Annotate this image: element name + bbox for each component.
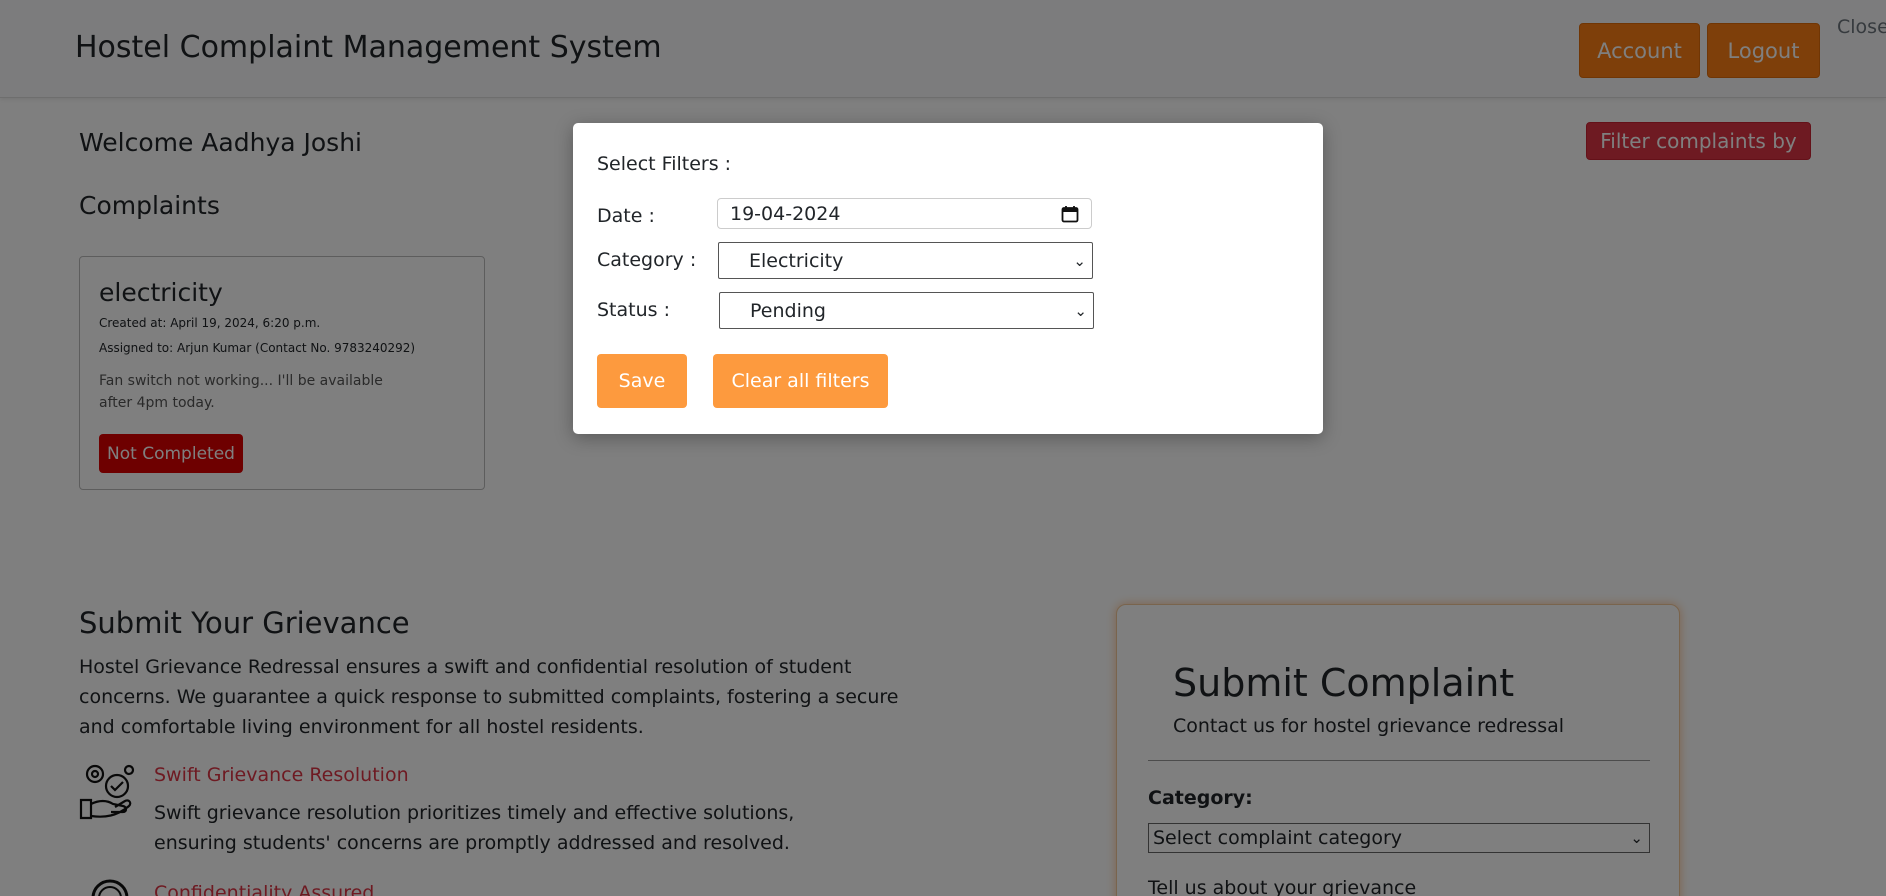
status-filter-value: Pending bbox=[750, 299, 826, 322]
modal-title: Select Filters : bbox=[597, 153, 732, 175]
filter-modal: Select Filters : Date : 19-04-2024 Categ… bbox=[573, 123, 1323, 434]
status-filter-select[interactable]: Pending ⌄ bbox=[719, 292, 1094, 329]
date-value: 19-04-2024 bbox=[730, 202, 841, 225]
status-filter-label: Status : bbox=[597, 299, 670, 321]
chevron-down-icon: ⌄ bbox=[1073, 251, 1086, 270]
category-filter-select[interactable]: Electricity ⌄ bbox=[718, 242, 1093, 279]
category-filter-value: Electricity bbox=[749, 249, 844, 272]
category-filter-label: Category : bbox=[597, 249, 697, 271]
chevron-down-icon: ⌄ bbox=[1074, 301, 1087, 320]
calendar-icon[interactable] bbox=[1061, 205, 1079, 223]
clear-filters-button[interactable]: Clear all filters bbox=[713, 354, 888, 408]
date-input[interactable]: 19-04-2024 bbox=[717, 198, 1092, 229]
date-label: Date : bbox=[597, 205, 655, 227]
save-button[interactable]: Save bbox=[597, 354, 687, 408]
